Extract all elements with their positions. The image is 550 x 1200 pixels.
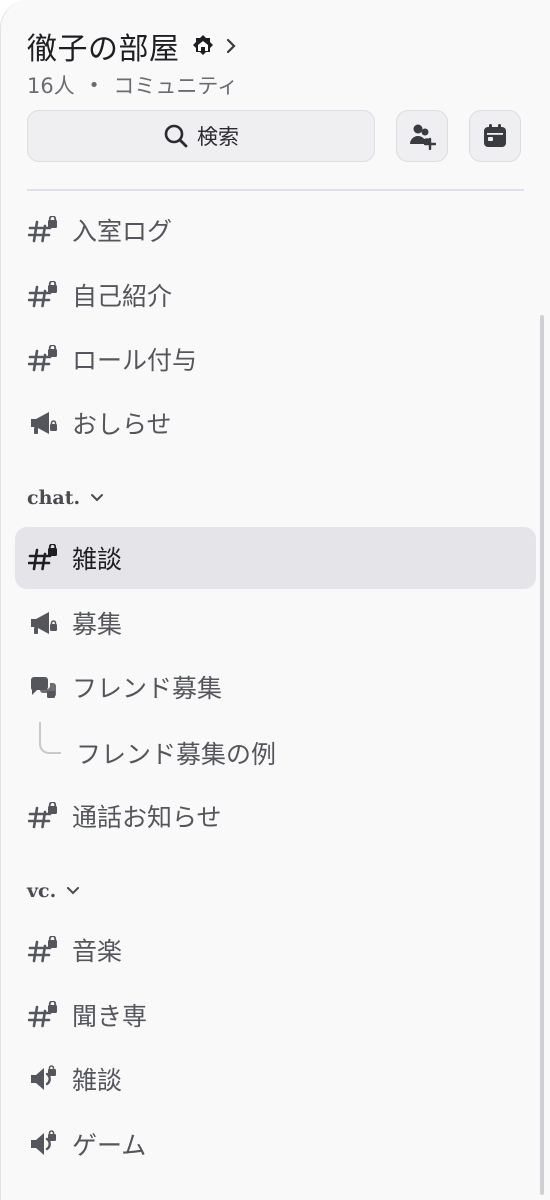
category-chat[interactable]: chat. [27,483,104,513]
channel-item-music[interactable]: 音楽 [15,919,536,981]
channel-label: 通話お知らせ [72,803,222,832]
channel-item-announcements[interactable]: おしらせ [15,392,536,454]
separator-dot: • [88,74,100,96]
server-meta: 16人 • コミュニティ [27,70,524,100]
channel-label: 入室ログ [72,217,173,246]
channel-label: ロール付与 [72,346,198,375]
search-icon [164,124,188,148]
channel-item-call-notice[interactable]: 通話お知らせ [15,785,536,847]
add-user-icon [410,124,436,150]
thread-label: フレンド募集の例 [76,740,277,769]
forum-icon [28,673,58,701]
locked-hash-icon [28,802,58,830]
megaphone-icon [28,409,58,437]
channel-item-entry-log[interactable]: 入室ログ [15,199,536,261]
channel-label: ゲーム [72,1131,147,1160]
server-type: コミュニティ [113,74,239,98]
channel-label: フレンド募集 [72,674,223,703]
server-name: 徹子の部屋 [27,32,180,67]
locked-hash-icon [28,1001,58,1029]
voice-channel-chat[interactable]: 雑談 [15,1048,536,1110]
locked-hash-icon [28,936,58,964]
search-label: 検索 [197,125,239,149]
voice-channel-game[interactable]: ゲーム [15,1113,536,1175]
channel-label: 雑談 [72,545,123,574]
locked-speaker-icon [28,1130,58,1158]
channel-item-listen-only[interactable]: 聞き専 [15,984,536,1046]
category-label: vc. [27,880,57,902]
channel-label: 募集 [72,610,123,639]
channel-item-friend-recruit[interactable]: フレンド募集 [15,656,536,718]
chevron-down-icon [91,494,104,502]
server-header[interactable]: 徹子の部屋 16人 • コミュニティ [27,24,524,100]
channel-label: 音楽 [72,937,123,966]
channel-label: 雑談 [72,1066,123,1095]
channel-item-self-intro[interactable]: 自己紹介 [15,264,536,326]
server-title-row[interactable]: 徹子の部屋 [27,24,524,68]
channel-item-roles[interactable]: ロール付与 [15,328,536,390]
locked-hash-icon [28,281,58,309]
channel-item-recruit[interactable]: 募集 [15,592,536,654]
events-button[interactable] [469,110,521,162]
chevron-down-icon [67,887,80,895]
channel-label: 自己紹介 [72,282,173,311]
invite-members-button[interactable] [396,110,448,162]
channel-label: おしらせ [72,410,172,439]
megaphone-icon [28,609,58,637]
locked-hash-icon [28,216,58,244]
channel-label: 聞き専 [72,1002,148,1031]
locked-hash-icon [28,345,58,373]
channel-sidebar: 徹子の部屋 16人 • コミュニティ 検索 入室ログ 自己紹介 ロール付与 おし… [0,0,550,1200]
thread-item[interactable]: フレンド募集の例 [76,734,276,772]
locked-speaker-icon [28,1065,58,1093]
category-vc[interactable]: vc. [27,876,80,906]
category-label: chat. [27,487,81,509]
thread-connector [39,722,61,754]
header-actions: 検索 [27,110,524,162]
locked-hash-icon [28,544,58,572]
scrollbar[interactable] [540,315,544,1195]
chevron-right-icon [226,38,236,54]
channel-item-chat-active[interactable]: 雑談 [15,527,536,589]
community-badge-icon [192,35,213,55]
search-button[interactable]: 検索 [27,110,375,162]
header-divider [27,189,524,191]
calendar-icon [484,124,506,147]
member-count: 16人 [27,74,75,98]
